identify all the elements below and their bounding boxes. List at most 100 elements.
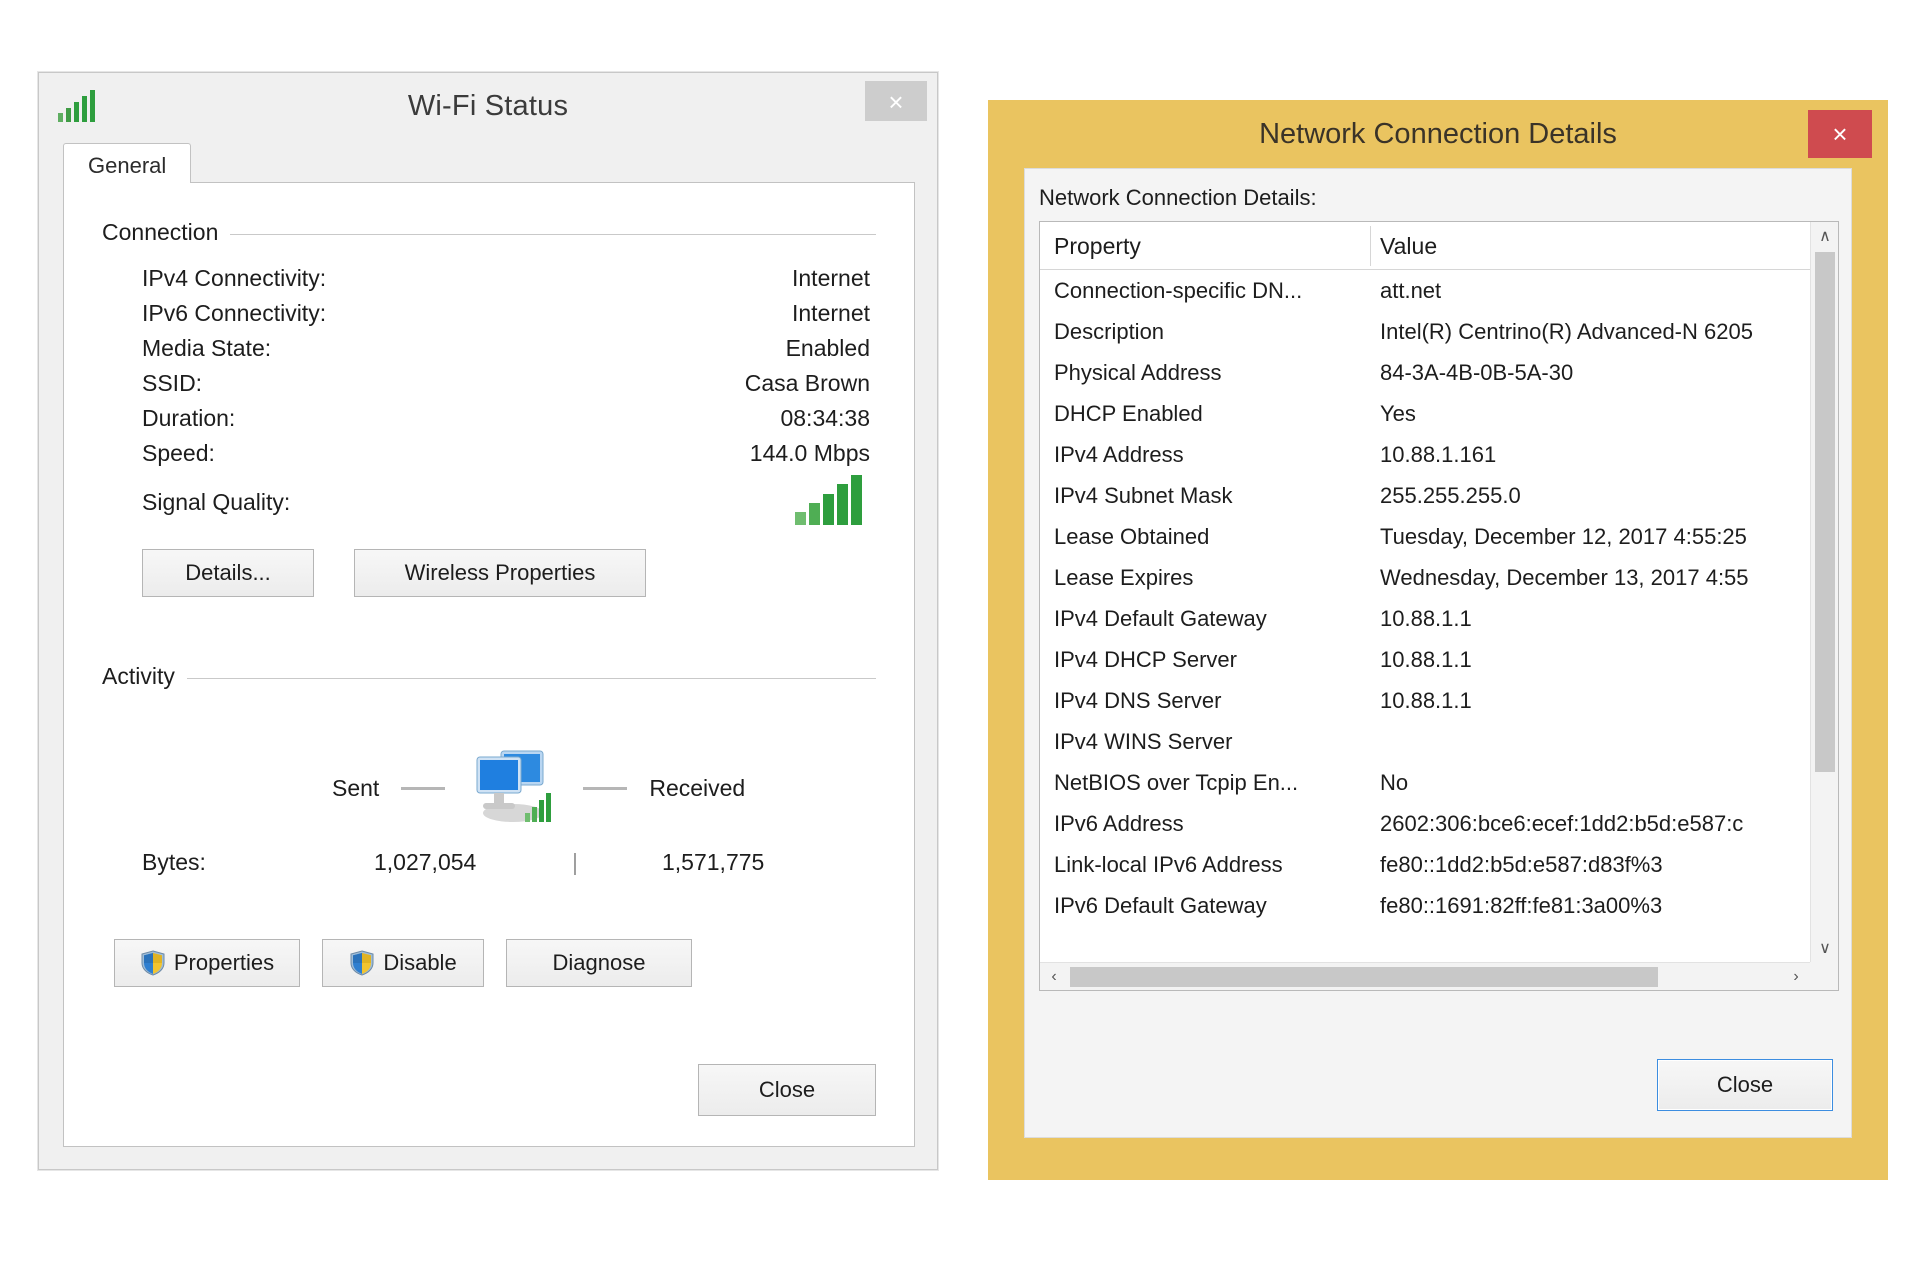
table-row[interactable]: DHCP Enabled Yes [1040,393,1810,434]
row-value: Intel(R) Centrino(R) Advanced-N 6205 [1380,311,1753,352]
row-property: Connection-specific DN... [1054,270,1302,311]
column-header-value[interactable]: Value [1380,222,1437,270]
ncd-list-header: Property Value [1040,222,1838,270]
row-value: 10.88.1.1 [1380,639,1472,680]
horizontal-scrollbar[interactable]: ‹ › [1040,962,1810,990]
row-value: fe80::1691:82ff:fe81:3a00%3 [1380,885,1662,926]
vertical-scrollbar-thumb[interactable] [1815,252,1835,772]
label-speed: Speed: [142,440,215,467]
row-speed: Speed: 144.0 Mbps [102,436,876,471]
ncd-title: Network Connection Details [1259,118,1617,151]
row-property: IPv4 Address [1054,434,1184,475]
label-media-state: Media State: [142,335,271,362]
connection-group-header: Connection [102,221,876,247]
scroll-down-icon[interactable]: ∨ [1811,934,1839,962]
label-ipv4-connectivity: IPv4 Connectivity: [142,265,326,292]
row-property: IPv6 Address [1054,803,1184,844]
wireless-properties-button[interactable]: Wireless Properties [354,549,646,597]
general-tab-panel: Connection IPv4 Connectivity: Internet I… [63,183,915,1147]
uac-shield-icon [140,950,166,976]
row-value: Yes [1380,393,1416,434]
details-button[interactable]: Details... [142,549,314,597]
table-row[interactable]: IPv6 Default Gateway fe80::1691:82ff:fe8… [1040,885,1810,926]
row-ipv4-connectivity: IPv4 Connectivity: Internet [102,261,876,296]
received-label: Received [649,775,745,802]
row-value: att.net [1380,270,1441,311]
close-icon[interactable]: × [865,81,927,121]
row-ipv6-connectivity: IPv6 Connectivity: Internet [102,296,876,331]
table-row[interactable]: IPv4 DHCP Server 10.88.1.1 [1040,639,1810,680]
scroll-left-icon[interactable]: ‹ [1040,963,1068,991]
tabstrip: General [63,139,915,183]
table-row[interactable]: Lease Obtained Tuesday, December 12, 201… [1040,516,1810,557]
table-row[interactable]: IPv6 Address 2602:306:bce6:ecef:1dd2:b5d… [1040,803,1810,844]
scroll-right-icon[interactable]: › [1782,963,1810,991]
connection-button-row: Details... Wireless Properties [142,549,876,597]
label-ssid: SSID: [142,370,202,397]
close-icon[interactable]: × [1808,110,1872,158]
tab-general[interactable]: General [63,143,191,187]
value-ssid: Casa Brown [745,370,870,397]
scroll-up-icon[interactable]: ∧ [1811,222,1839,250]
disable-button-label: Disable [383,950,456,976]
row-property: IPv4 WINS Server [1054,721,1232,762]
disable-button[interactable]: Disable [322,939,484,987]
table-row[interactable]: Link-local IPv6 Address fe80::1dd2:b5d:e… [1040,844,1810,885]
properties-button[interactable]: Properties [114,939,300,987]
column-header-property[interactable]: Property [1054,222,1141,270]
row-value: 10.88.1.161 [1380,434,1496,475]
table-row[interactable]: IPv4 Default Gateway 10.88.1.1 [1040,598,1810,639]
ncd-close-button[interactable]: Close [1657,1059,1833,1111]
bytes-sent-value: 1,027,054 [374,849,476,876]
bytes-label: Bytes: [142,849,206,876]
row-value: 2602:306:bce6:ecef:1dd2:b5d:e587:c [1380,803,1743,844]
value-ipv6-connectivity: Internet [792,300,870,327]
table-row[interactable]: Connection-specific DN... att.net [1040,270,1810,311]
ncd-caption: Network Connection Details: [1039,185,1317,211]
wifi-signal-bars-icon [57,89,101,128]
row-media-state: Media State: Enabled [102,331,876,366]
row-value: fe80::1dd2:b5d:e587:d83f%3 [1380,844,1663,885]
row-property: Link-local IPv6 Address [1054,844,1283,885]
ncd-content-panel: Network Connection Details: Property Val… [1024,168,1852,1138]
activity-legend: Sent [332,743,745,834]
wifi-status-body: General Connection IPv4 Connectivity: In… [63,139,915,1147]
ncd-titlebar: Network Connection Details × [988,100,1888,168]
row-property: IPv4 DNS Server [1054,680,1222,721]
row-signal-quality: Signal Quality: [102,471,876,533]
ncd-row-container: Connection-specific DN... att.net Descri… [1040,270,1810,962]
row-value: 10.88.1.1 [1380,598,1472,639]
row-property: NetBIOS over Tcpip En... [1054,762,1298,803]
row-value: 10.88.1.1 [1380,680,1472,721]
label-duration: Duration: [142,405,235,432]
received-connector-line [583,787,627,790]
table-row[interactable]: NetBIOS over Tcpip En... No [1040,762,1810,803]
vertical-scrollbar[interactable]: ∧ ∨ [1810,222,1838,962]
table-row[interactable]: IPv4 WINS Server [1040,721,1810,762]
activity-group: Activity Sent [102,665,876,987]
row-value: Tuesday, December 12, 2017 4:55:25 [1380,516,1747,557]
horizontal-scrollbar-thumb[interactable] [1070,967,1658,987]
row-property: IPv4 Subnet Mask [1054,475,1233,516]
row-property: IPv4 DHCP Server [1054,639,1237,680]
table-row[interactable]: IPv4 DNS Server 10.88.1.1 [1040,680,1810,721]
wifi-close-button[interactable]: Close [698,1064,876,1116]
table-row[interactable]: IPv4 Address 10.88.1.161 [1040,434,1810,475]
row-value: 84-3A-4B-0B-5A-30 [1380,352,1573,393]
row-value: 255.255.255.0 [1380,475,1521,516]
label-ipv6-connectivity: IPv6 Connectivity: [142,300,326,327]
network-connection-details-dialog: Network Connection Details × Network Con… [988,100,1888,1180]
table-row[interactable]: Lease Expires Wednesday, December 13, 20… [1040,557,1810,598]
activity-content: Sent [102,709,876,939]
table-row[interactable]: Physical Address 84-3A-4B-0B-5A-30 [1040,352,1810,393]
bytes-divider: | [572,849,578,876]
connection-group: Connection IPv4 Connectivity: Internet I… [102,221,876,597]
row-value: No [1380,762,1408,803]
table-row[interactable]: IPv4 Subnet Mask 255.255.255.0 [1040,475,1810,516]
table-row[interactable]: Description Intel(R) Centrino(R) Advance… [1040,311,1810,352]
activity-button-row: Properties [114,939,876,987]
activity-group-label: Activity [102,663,187,690]
connection-group-label: Connection [102,219,230,246]
diagnose-button[interactable]: Diagnose [506,939,692,987]
value-duration: 08:34:38 [780,405,870,432]
